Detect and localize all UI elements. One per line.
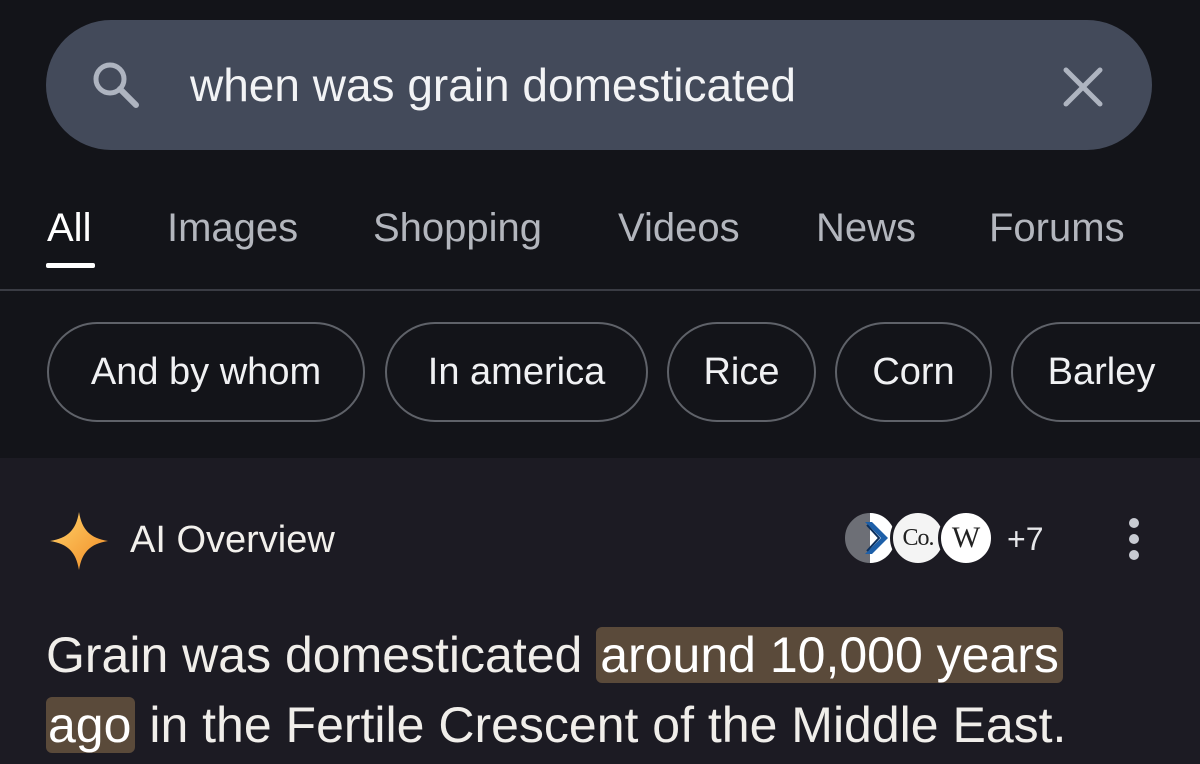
search-bar[interactable]: when was grain domesticated <box>46 20 1152 150</box>
tab-videos[interactable]: Videos <box>618 205 740 251</box>
active-tab-indicator <box>46 263 95 268</box>
source-label: W <box>951 521 981 554</box>
search-icon[interactable] <box>88 57 144 113</box>
search-input[interactable]: when was grain domesticated <box>190 57 796 113</box>
answer-highlight: around 10,000 years <box>596 627 1063 683</box>
tab-forums[interactable]: Forums <box>989 205 1125 251</box>
source-label: Co. <box>902 525 934 551</box>
tab-news[interactable]: News <box>816 205 916 251</box>
chip-rice[interactable]: Rice <box>667 322 816 422</box>
ai-overview-title: AI Overview <box>130 519 335 561</box>
chevron-logo-icon <box>865 513 895 563</box>
chip-in-america[interactable]: In america <box>385 322 648 422</box>
answer-text: Grain was domesticated <box>46 627 597 683</box>
chip-and-by-whom[interactable]: And by whom <box>47 322 365 422</box>
sparkle-icon <box>50 512 108 570</box>
tab-images[interactable]: Images <box>167 205 298 251</box>
chip-corn[interactable]: Corn <box>835 322 992 422</box>
more-sources-count[interactable]: +7 <box>1007 520 1043 558</box>
close-icon[interactable] <box>1060 64 1106 110</box>
chip-barley[interactable]: Barley <box>1011 322 1200 422</box>
results-header: when was grain domesticated All Images S… <box>0 0 1200 458</box>
search-results-page: when was grain domesticated All Images S… <box>0 0 1200 764</box>
tab-shopping[interactable]: Shopping <box>373 205 542 251</box>
tab-all[interactable]: All <box>47 205 91 251</box>
answer-highlight: ago <box>46 697 136 753</box>
more-options-icon[interactable] <box>1120 518 1148 560</box>
answer-text: in the Fertile Crescent of the Middle Ea… <box>135 697 1067 753</box>
source-favicon-wikipedia[interactable]: W <box>938 510 994 566</box>
tabs-divider <box>0 289 1200 291</box>
ai-overview-answer: Grain was domesticated around 10,000 yea… <box>46 620 1166 760</box>
